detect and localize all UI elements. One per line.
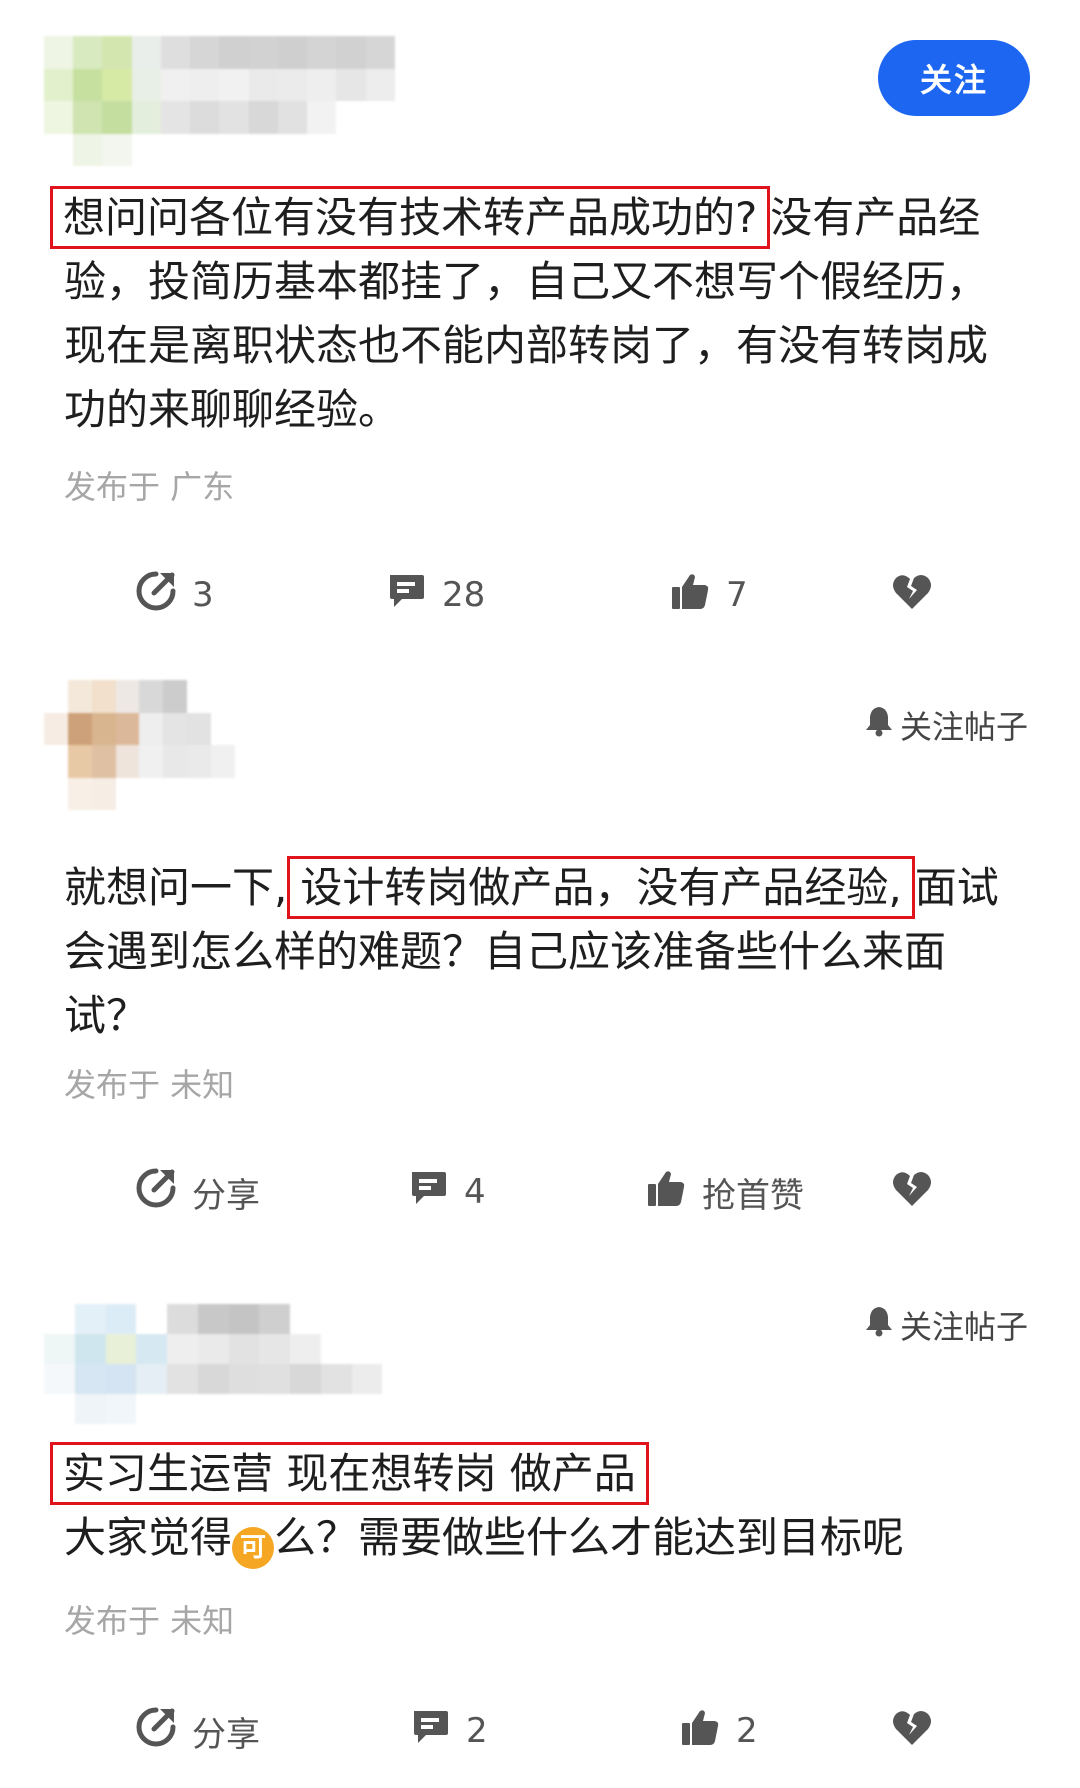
like-button[interactable]: 2 (678, 1701, 758, 1761)
broken-heart-icon (890, 569, 934, 622)
thumbs-up-icon (668, 569, 712, 622)
broken-heart-icon (890, 1705, 934, 1758)
dislike-button[interactable] (890, 565, 934, 625)
post-text: 么？需要做些什么才能达到目标呢 (274, 1513, 905, 1562)
share-icon (134, 569, 178, 622)
post-text: 就想问一下, (64, 863, 288, 912)
action-bar: 3 28 7 (0, 565, 1080, 625)
comment-button[interactable]: 4 (406, 1162, 486, 1222)
broken-heart-icon (890, 1166, 934, 1219)
post-card: 关注 想问问各位有没有技术转产品成功的? 没有产品经验，投简历基本都挂了，自己又不… (0, 0, 1080, 615)
share-count: 3 (192, 575, 214, 615)
comment-icon (408, 1705, 452, 1758)
comment-count: 28 (442, 575, 486, 615)
like-button[interactable]: 抢首赞 (644, 1162, 804, 1222)
post-card: 关注帖子 实习生运营 现在想转岗 做产品 大家觉得可么？需要做些什么才能达到目标… (0, 1282, 1080, 1788)
like-count: 7 (726, 575, 748, 615)
post-location: 发布于 未知 (64, 1602, 235, 1640)
highlight-box: 实习生运营 现在想转岗 做产品 (50, 1442, 649, 1505)
like-count: 2 (736, 1711, 758, 1751)
avatar[interactable] (44, 1304, 444, 1424)
comment-count: 2 (466, 1711, 488, 1751)
comment-button[interactable]: 28 (384, 565, 485, 625)
post-card: 关注帖子 就想问一下, 设计转岗做产品，没有产品经验, 面试会遇到怎么样的难题？自己… (0, 680, 1080, 1240)
post-text: 大家觉得 (64, 1513, 233, 1562)
highlight-box: 设计转岗做产品，没有产品经验, (287, 856, 915, 919)
comment-icon (384, 569, 428, 622)
share-label: 分享 (192, 1175, 260, 1216)
comment-button[interactable]: 2 (408, 1701, 488, 1761)
dislike-button[interactable] (890, 1701, 934, 1761)
like-button[interactable]: 7 (668, 565, 748, 625)
share-button[interactable]: 分享 (134, 1162, 260, 1222)
post-body[interactable]: 实习生运营 现在想转岗 做产品 大家觉得可么？需要做些什么才能达到目标呢 (50, 1442, 1024, 1570)
highlight-box: 想问问各位有没有技术转产品成功的? (50, 186, 771, 249)
dislike-button[interactable] (890, 1162, 934, 1222)
follow-post-label: 关注帖子 (900, 1308, 1029, 1346)
action-bar: 分享 4 抢首赞 (0, 1162, 1080, 1222)
emoji-ke-icon: 可 (232, 1527, 275, 1569)
share-icon (134, 1166, 178, 1219)
post-body[interactable]: 想问问各位有没有技术转产品成功的? 没有产品经验，投简历基本都挂了，自己又不想写个… (50, 186, 1024, 442)
post-location: 发布于 未知 (64, 1066, 235, 1104)
share-button[interactable]: 3 (134, 565, 214, 625)
avatar[interactable] (44, 36, 424, 166)
follow-button[interactable]: 关注 (878, 40, 1030, 116)
follow-post-label: 关注帖子 (900, 708, 1029, 746)
comment-count: 4 (464, 1172, 486, 1212)
like-label: 抢首赞 (702, 1175, 804, 1216)
bell-icon (862, 704, 896, 746)
avatar[interactable] (44, 680, 354, 810)
share-button[interactable]: 分享 (134, 1701, 260, 1761)
thumbs-up-icon (644, 1166, 688, 1219)
follow-post-button[interactable]: 关注帖子 (862, 702, 1028, 748)
comment-icon (406, 1166, 450, 1219)
share-label: 分享 (192, 1714, 260, 1755)
post-location: 发布于 广东 (64, 468, 235, 506)
bell-icon (862, 1304, 896, 1346)
share-icon (134, 1705, 178, 1758)
action-bar: 分享 2 2 (0, 1701, 1080, 1761)
thumbs-up-icon (678, 1705, 722, 1758)
follow-post-button[interactable]: 关注帖子 (862, 1302, 1028, 1348)
post-body[interactable]: 就想问一下, 设计转岗做产品，没有产品经验, 面试会遇到怎么样的难题？自己应该准备些… (64, 856, 1024, 1048)
